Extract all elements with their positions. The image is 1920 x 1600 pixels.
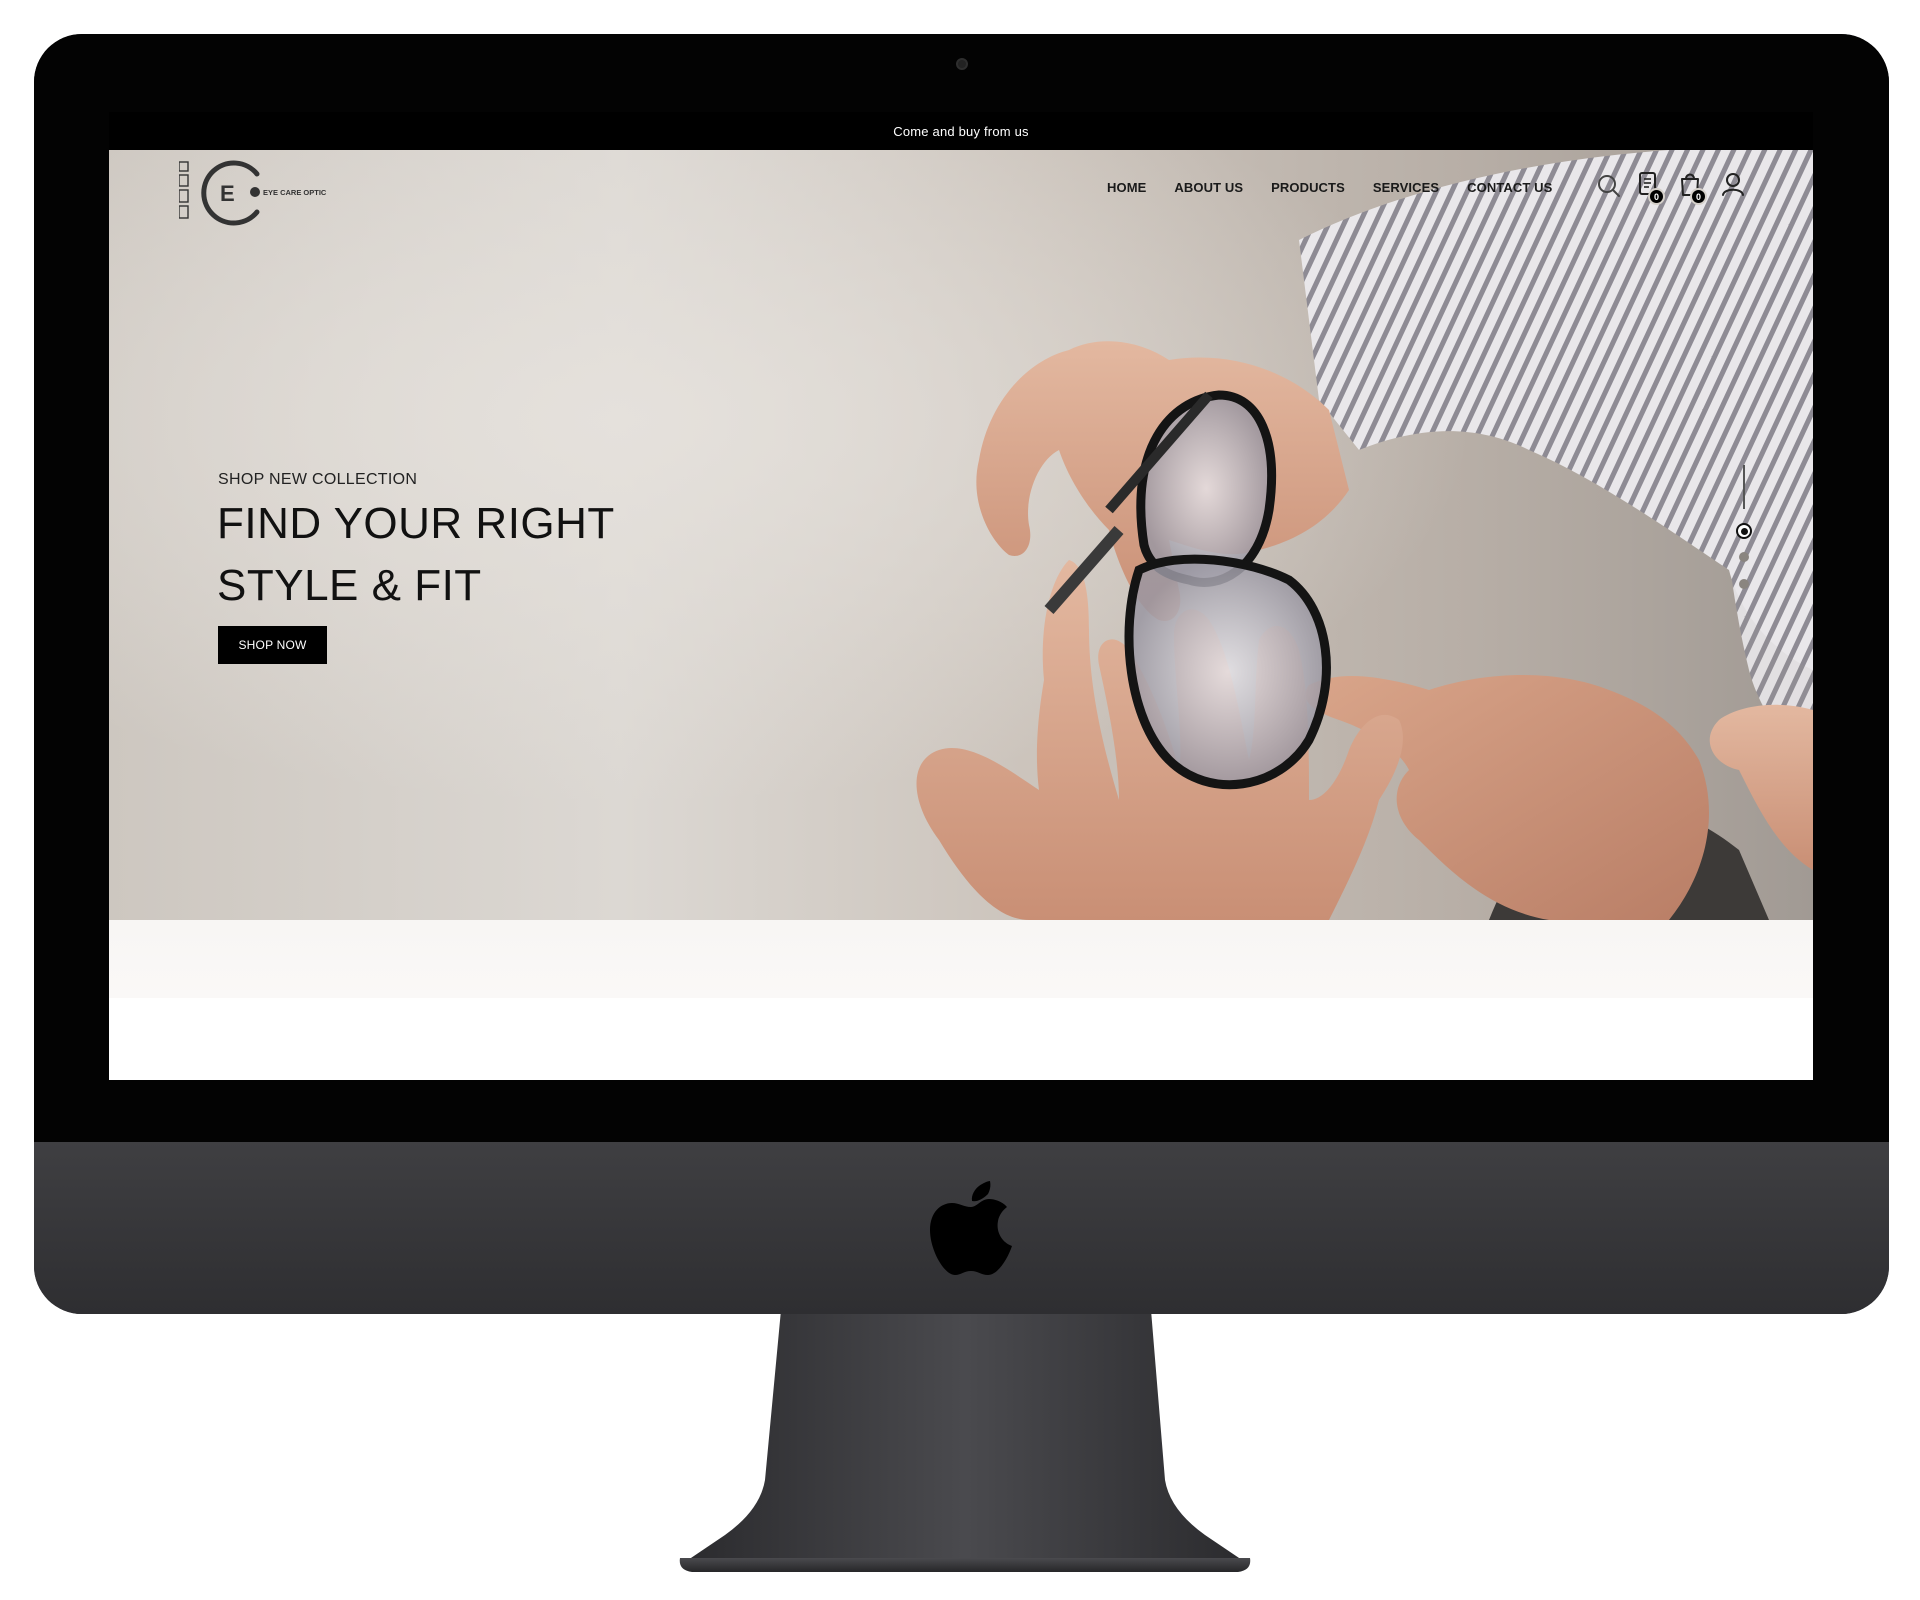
nav-about-us[interactable]: ABOUT US: [1174, 180, 1243, 195]
nav-contact-us[interactable]: CONTACT US: [1467, 180, 1552, 195]
announcement-bar: Come and buy from us: [109, 112, 1813, 150]
hero-title: FIND YOUR RIGHT STYLE & FIT: [217, 493, 615, 617]
site-header: E EYE CARE OPTIC HOME ABOUT US PRODUCTS …: [109, 150, 1813, 234]
nav-products[interactable]: PRODUCTS: [1271, 180, 1345, 195]
main-nav: HOME ABOUT US PRODUCTS SERVICES CONTACT …: [1107, 180, 1580, 195]
compare-button[interactable]: 0: [1634, 168, 1665, 205]
hero-title-line-1: FIND YOUR RIGHT: [217, 499, 615, 548]
slide-dot-2[interactable]: [1739, 552, 1749, 562]
nav-home[interactable]: HOME: [1107, 180, 1146, 195]
camera-icon: [956, 58, 968, 70]
slider-progress-line: [1743, 465, 1745, 509]
cart-count-badge: 0: [1690, 188, 1707, 205]
hero-title-line-2: STYLE & FIT: [217, 561, 482, 610]
nav-services[interactable]: SERVICES: [1373, 180, 1439, 195]
logo-letter: E: [220, 181, 235, 206]
search-icon[interactable]: [1594, 168, 1624, 204]
shop-now-button[interactable]: SHOP NOW: [218, 626, 327, 664]
hero-eyebrow: SHOP NEW COLLECTION: [218, 471, 418, 488]
slide-dot-3[interactable]: [1739, 579, 1749, 589]
website-screen: Come and buy from us E EYE CARE OPTIC HO…: [109, 112, 1813, 1080]
compare-count-badge: 0: [1648, 188, 1665, 205]
section-divider-strip: [109, 920, 1813, 998]
brand-logo[interactable]: E EYE CARE OPTIC: [179, 156, 349, 228]
header-icons: 0 0: [1594, 168, 1754, 212]
cart-button[interactable]: 0: [1676, 168, 1707, 205]
logo-text: EYE CARE OPTIC: [263, 188, 327, 197]
announcement-text: Come and buy from us: [893, 123, 1029, 139]
apple-logo-icon: [930, 1181, 1012, 1275]
slide-dot-1[interactable]: [1736, 523, 1752, 539]
user-icon[interactable]: [1718, 168, 1748, 204]
